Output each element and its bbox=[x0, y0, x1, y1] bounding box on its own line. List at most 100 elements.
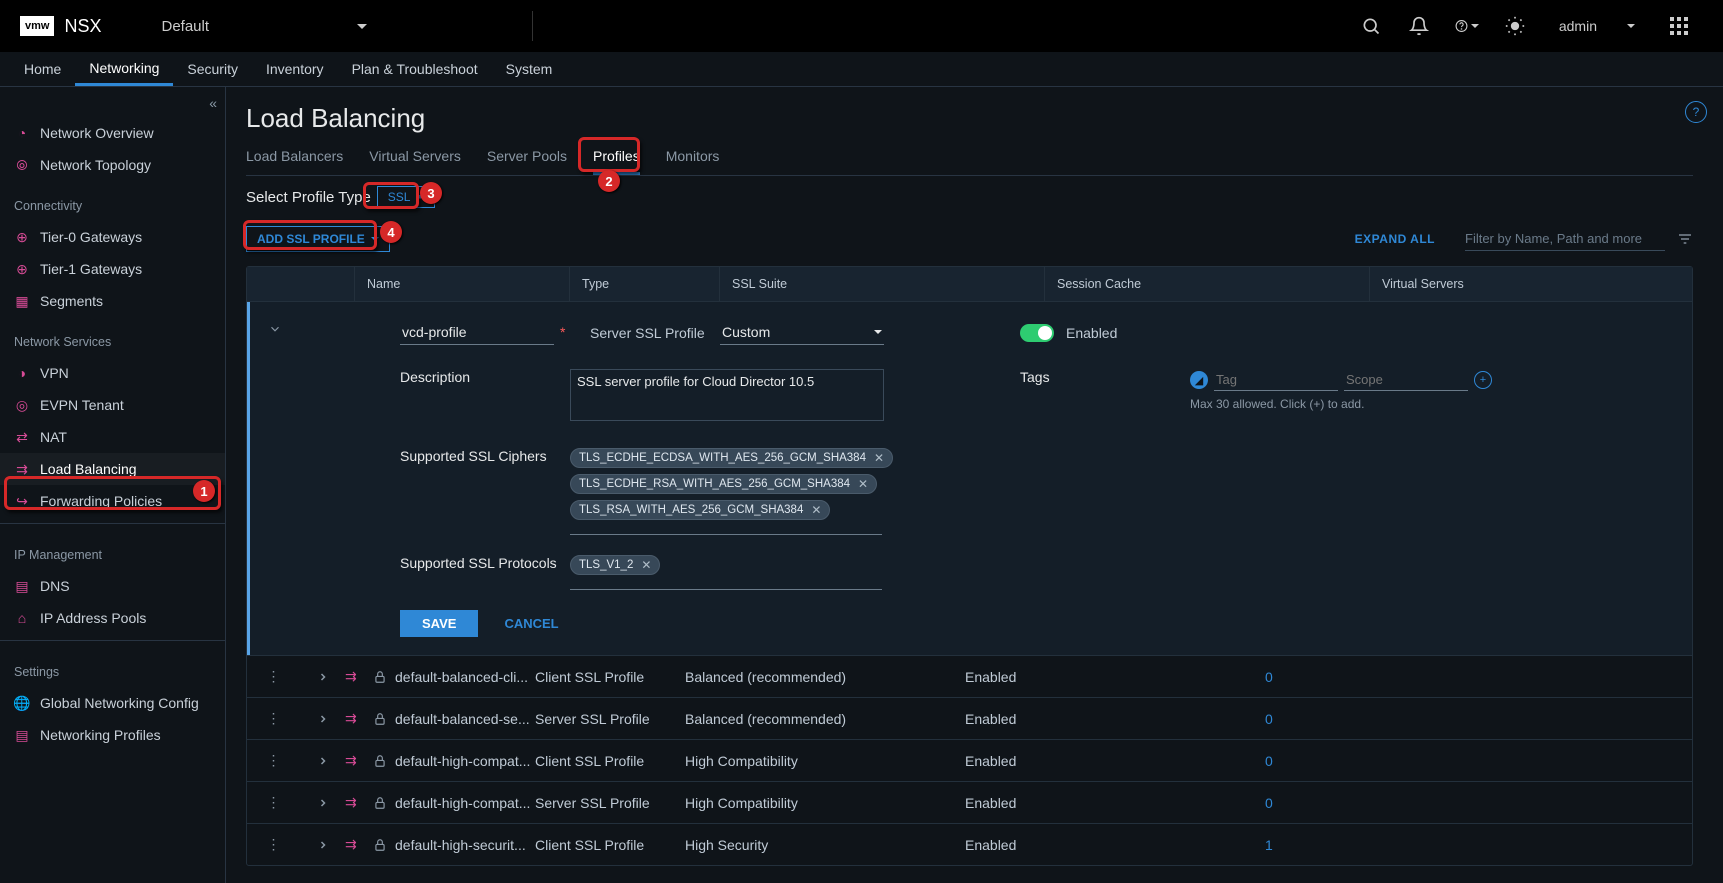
col-header-type: Type bbox=[570, 267, 720, 301]
sub-tab-monitors[interactable]: Monitors bbox=[666, 140, 720, 175]
tab-networking[interactable]: Networking bbox=[75, 52, 173, 86]
remove-chip-icon[interactable]: ✕ bbox=[811, 503, 821, 517]
ssl-suite-value: Custom bbox=[722, 324, 770, 340]
session-cache-toggle[interactable] bbox=[1020, 324, 1054, 342]
profile-name-input[interactable] bbox=[400, 320, 554, 345]
ssl-profiles-table: Name Type SSL Suite Session Cache Virtua… bbox=[246, 266, 1693, 866]
nav-load-balancing[interactable]: ⇉Load Balancing bbox=[0, 453, 225, 485]
gateway-icon: ⊕ bbox=[14, 261, 30, 277]
annotation-badge-4: 4 bbox=[380, 221, 402, 243]
row-actions-icon[interactable]: ⋮ bbox=[247, 710, 300, 727]
brand-text: NSX bbox=[64, 16, 101, 37]
row-virtual-servers-link[interactable]: 1 bbox=[1265, 837, 1692, 853]
add-ssl-profile-button[interactable]: ADD SSL PROFILE bbox=[246, 226, 390, 252]
description-input[interactable] bbox=[570, 369, 884, 421]
row-actions-icon[interactable]: ⋮ bbox=[247, 752, 300, 769]
row-suite: High Compatibility bbox=[685, 795, 965, 811]
nav-network-topology[interactable]: ⦾Network Topology bbox=[0, 149, 225, 181]
nav-global-config[interactable]: 🌐Global Networking Config bbox=[0, 687, 225, 719]
table-row: ⋮ ⇉ default-balanced-se... Server SSL Pr… bbox=[247, 697, 1692, 739]
tab-security[interactable]: Security bbox=[173, 52, 252, 86]
tag-input[interactable] bbox=[1214, 369, 1338, 391]
collapse-nav-icon[interactable]: « bbox=[209, 95, 217, 111]
nav-evpn-tenant[interactable]: ◎EVPN Tenant bbox=[0, 389, 225, 421]
nav-segments[interactable]: ▦Segments bbox=[0, 285, 225, 317]
nav-dns[interactable]: ▤DNS bbox=[0, 570, 225, 602]
filter-input[interactable] bbox=[1465, 227, 1665, 251]
cancel-button[interactable]: CANCEL bbox=[498, 615, 564, 632]
protocols-label: Supported SSL Protocols bbox=[400, 555, 570, 590]
row-virtual-servers-link[interactable]: 0 bbox=[1265, 753, 1692, 769]
nav-nat[interactable]: ⇄NAT bbox=[0, 421, 225, 453]
tab-home[interactable]: Home bbox=[10, 52, 75, 86]
nav-tier1-gateways[interactable]: ⊕Tier-1 Gateways bbox=[0, 253, 225, 285]
remove-chip-icon[interactable]: ✕ bbox=[858, 477, 868, 491]
expand-row-icon[interactable] bbox=[300, 797, 345, 809]
add-tag-button[interactable]: + bbox=[1474, 371, 1492, 389]
row-suite: Balanced (recommended) bbox=[685, 711, 965, 727]
description-label: Description bbox=[400, 369, 570, 424]
remove-chip-icon[interactable]: ✕ bbox=[641, 558, 651, 572]
remove-chip-icon[interactable]: ✕ bbox=[874, 451, 884, 465]
scope-selector[interactable]: Default bbox=[161, 18, 507, 35]
ciphers-container[interactable]: TLS_ECDHE_ECDSA_WITH_AES_256_GCM_SHA384✕… bbox=[570, 448, 882, 535]
row-virtual-servers-link[interactable]: 0 bbox=[1265, 711, 1692, 727]
expand-row-icon[interactable] bbox=[300, 671, 345, 683]
filter-icon[interactable] bbox=[1677, 231, 1693, 247]
row-actions-icon[interactable]: ⋮ bbox=[247, 794, 300, 811]
row-virtual-servers-link[interactable]: 0 bbox=[1265, 795, 1692, 811]
side-nav: « ◔Network Overview ⦾Network Topology Co… bbox=[0, 87, 226, 883]
nav-network-overview[interactable]: ◔Network Overview bbox=[0, 117, 225, 149]
row-actions-icon[interactable]: ⋮ bbox=[247, 836, 300, 853]
col-header-name: Name bbox=[355, 267, 570, 301]
row-actions-icon[interactable]: ⋮ bbox=[247, 668, 300, 685]
sub-tab-virtual-servers[interactable]: Virtual Servers bbox=[369, 140, 461, 175]
tab-system[interactable]: System bbox=[492, 52, 567, 86]
protocols-container[interactable]: TLS_V1_2✕ bbox=[570, 555, 882, 590]
load-balancing-icon: ⇉ bbox=[14, 461, 30, 477]
apps-icon[interactable] bbox=[1667, 14, 1691, 38]
nav-tier0-gateways[interactable]: ⊕Tier-0 Gateways bbox=[0, 221, 225, 253]
scope-input[interactable] bbox=[1344, 369, 1468, 391]
nav-networking-profiles[interactable]: ▤Networking Profiles bbox=[0, 719, 225, 751]
lb-icon: ⇉ bbox=[345, 794, 373, 811]
tab-inventory[interactable]: Inventory bbox=[252, 52, 338, 86]
profile-type-text: Server SSL Profile bbox=[590, 325, 720, 341]
protocol-chip: TLS_V1_2✕ bbox=[570, 555, 660, 575]
theme-icon[interactable] bbox=[1503, 14, 1527, 38]
sub-tab-load-balancers[interactable]: Load Balancers bbox=[246, 140, 343, 175]
row-suite: High Security bbox=[685, 837, 965, 853]
bell-icon[interactable] bbox=[1407, 14, 1431, 38]
expand-row-icon[interactable] bbox=[300, 839, 345, 851]
expand-all-button[interactable]: EXPAND ALL bbox=[1355, 232, 1435, 246]
nav-ip-address-pools[interactable]: ⌂IP Address Pools bbox=[0, 602, 225, 634]
annotation-badge-3: 3 bbox=[420, 182, 442, 204]
row-name: default-high-compat... bbox=[395, 795, 535, 811]
tag-icon: ◢ bbox=[1190, 371, 1208, 389]
sub-tab-server-pools[interactable]: Server Pools bbox=[487, 140, 567, 175]
sub-tab-profiles[interactable]: Profiles bbox=[593, 140, 640, 175]
add-profile-label: ADD SSL PROFILE bbox=[257, 232, 365, 246]
row-cache: Enabled bbox=[965, 669, 1265, 685]
cipher-chip: TLS_RSA_WITH_AES_256_GCM_SHA384✕ bbox=[570, 500, 830, 520]
col-header-vs: Virtual Servers bbox=[1370, 267, 1692, 301]
expand-row-icon[interactable] bbox=[300, 713, 345, 725]
nav-vpn[interactable]: ◑VPN bbox=[0, 357, 225, 389]
annotation-badge-1: 1 bbox=[193, 480, 215, 502]
help-icon[interactable]: ? bbox=[1685, 101, 1707, 123]
chevron-down-icon bbox=[357, 24, 367, 29]
user-menu[interactable]: admin bbox=[1559, 18, 1635, 34]
help-dropdown-icon[interactable] bbox=[1455, 14, 1479, 38]
profile-type-value: SSL bbox=[388, 190, 411, 204]
collapse-row-icon[interactable] bbox=[268, 322, 282, 655]
save-button[interactable]: SAVE bbox=[400, 610, 478, 637]
divider bbox=[532, 11, 533, 41]
row-cache: Enabled bbox=[965, 837, 1265, 853]
row-name: default-high-securit... bbox=[395, 837, 535, 853]
search-icon[interactable] bbox=[1359, 14, 1383, 38]
ssl-suite-select[interactable]: Custom bbox=[720, 320, 884, 345]
nav-forwarding-policies[interactable]: ↪Forwarding Policies bbox=[0, 485, 225, 517]
expand-row-icon[interactable] bbox=[300, 755, 345, 767]
tab-plan-troubleshoot[interactable]: Plan & Troubleshoot bbox=[338, 52, 492, 86]
row-virtual-servers-link[interactable]: 0 bbox=[1265, 669, 1692, 685]
